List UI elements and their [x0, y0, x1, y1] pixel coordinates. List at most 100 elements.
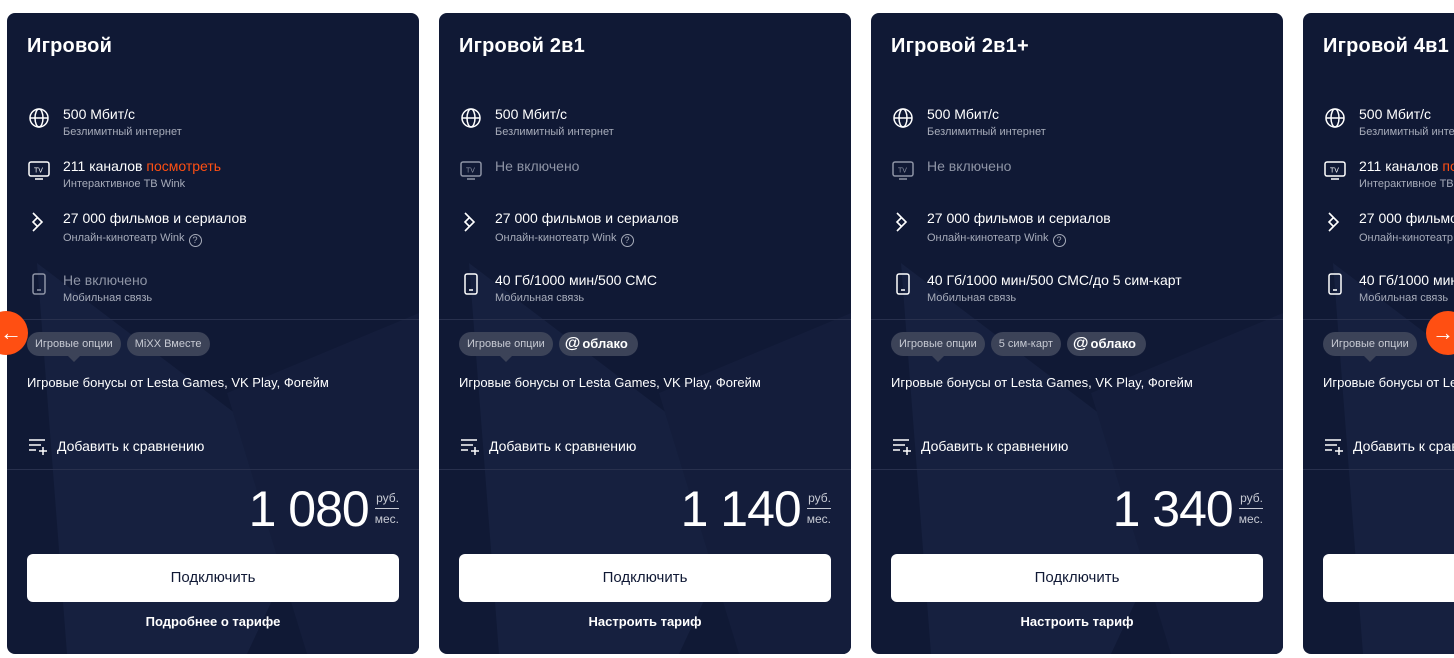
tag-cloud[interactable]: @ облако [1066, 332, 1146, 356]
feature-cinema: 27 000 фильмов и сериалов Онлайн-кинотеа… [27, 210, 407, 250]
divider [439, 319, 851, 320]
add-to-compare[interactable]: Добавить к сравнению [459, 436, 636, 456]
card-title: Игровой [27, 35, 113, 57]
feature-cinema: 27 000 фильмов и сериалов Онлайн-кинотеа… [459, 210, 839, 250]
tag-gaming-options[interactable]: Игровые опции [891, 332, 985, 362]
feature-title: 27 000 фильмов и сериалов [927, 210, 1111, 226]
tag-gaming-options[interactable]: Игровые опции [27, 332, 121, 362]
svg-text:TV: TV [466, 168, 475, 175]
view-channels-link[interactable]: посмотреть [146, 158, 221, 174]
arrow-left-icon: ← [0, 320, 22, 345]
configure-tariff-link[interactable]: Настроить тариф [871, 614, 1283, 629]
tag-5-sim[interactable]: 5 сим-карт [990, 332, 1061, 356]
feature-subtitle: Мобильная связь [63, 292, 153, 304]
tag-mixx[interactable]: MiXX Вместе [126, 332, 210, 356]
compare-list-icon [1323, 436, 1345, 456]
connect-button[interactable]: Подключить [459, 554, 831, 602]
divider [439, 469, 851, 470]
feature-title: 27 000 фильмов и сериалов [495, 210, 679, 226]
feature-title: 500 Мбит/с [927, 106, 1000, 122]
phone-icon [891, 272, 915, 296]
tariff-card-gaming-2in1-plus: Игровой 2в1+ 500 Мбит/с Безлимитный инте… [871, 13, 1283, 654]
connect-button[interactable]: Подключить [27, 554, 399, 602]
feature-subtitle: Интерактивное ТВ Wink [1359, 178, 1454, 190]
option-tags: Игровые опции @ облако [459, 332, 644, 362]
help-icon[interactable]: ? [1052, 234, 1066, 247]
view-channels-link[interactable]: посмотреть [1442, 158, 1454, 174]
wink-icon [1323, 210, 1347, 234]
phone-icon [1323, 272, 1347, 296]
feature-title: 40 Гб/1000 мин/500 СМС [495, 272, 658, 288]
bonus-text: Игровые бонусы от Lesta Games, VK Play, … [459, 375, 761, 390]
feature-title: 40 Гб/1000 мин/500 СМС [1359, 272, 1454, 288]
feature-subtitle: Мобильная связь [927, 292, 1017, 304]
help-icon[interactable]: ? [188, 234, 202, 247]
price-unit: руб. мес. [1238, 491, 1263, 526]
compare-label: Добавить к сравнению [921, 438, 1069, 454]
globe-icon [891, 106, 915, 130]
tv-icon: TV [27, 158, 51, 182]
card-title: Игровой 4в1 [1323, 35, 1449, 57]
price: 1 340 руб. мес. [1113, 483, 1263, 535]
wink-icon [27, 210, 51, 234]
feature-mobile: 40 Гб/1000 мин/500 СМС Мобильная связь [459, 272, 839, 312]
divider [871, 469, 1283, 470]
price-amount: 1 340 [1112, 481, 1234, 537]
price-unit: руб. мес. [806, 491, 831, 526]
tag-cloud[interactable]: @ облако [558, 332, 638, 356]
feature-subtitle: Онлайн-кинотеатр Wink [1359, 232, 1454, 244]
price-amount: 1 080 [248, 481, 370, 537]
compare-label: Добавить к сравнению [489, 438, 637, 454]
price: 1 140 руб. мес. [681, 483, 831, 535]
feature-subtitle: Безлимитный интернет [927, 126, 1046, 138]
feature-title: 27 000 фильмов и сериалов [63, 210, 247, 226]
bonus-text: Игровые бонусы от Lesta Games, VK Play, … [891, 375, 1193, 390]
option-tags: Игровые опции [1323, 332, 1423, 362]
feature-subtitle: Мобильная связь [495, 292, 585, 304]
tag-gaming-options[interactable]: Игровые опции [1323, 332, 1417, 362]
feature-subtitle: Онлайн-кинотеатр Wink? [63, 232, 202, 247]
configure-tariff-link[interactable]: Настроить тариф [439, 614, 851, 629]
tv-icon: TV [459, 158, 483, 182]
svg-text:TV: TV [34, 168, 43, 175]
feature-tv: TV 211 каналов посмотреть Интерактивное … [27, 158, 407, 198]
globe-icon [1323, 106, 1347, 130]
cloud-at-icon: @ [564, 335, 581, 352]
compare-list-icon [891, 436, 913, 456]
feature-title: 211 каналов посмотреть [63, 158, 221, 174]
help-icon[interactable]: ? [620, 234, 634, 247]
divider [1303, 469, 1454, 470]
option-tags: Игровые опции 5 сим-карт @ облако [891, 332, 1152, 362]
feature-tv: TV 211 каналов посмотреть Интерактивное … [1323, 158, 1454, 198]
add-to-compare[interactable]: Добавить к сравнению [27, 436, 204, 456]
option-tags: Игровые опции MiXX Вместе [27, 332, 216, 362]
feature-mobile: 40 Гб/1000 мин/500 СМС Мобильная связь [1323, 272, 1454, 312]
feature-subtitle: Онлайн-кинотеатр Wink? [495, 232, 634, 247]
divider [871, 319, 1283, 320]
add-to-compare[interactable]: Добавить к сравнению [1323, 436, 1454, 456]
connect-button[interactable]: Подключить [1323, 554, 1454, 602]
feature-title: 500 Мбит/с [1359, 106, 1432, 122]
globe-icon [459, 106, 483, 130]
feature-subtitle: Интерактивное ТВ Wink [63, 178, 186, 190]
feature-title: Не включено [495, 158, 580, 174]
feature-title: 27 000 фильмов и сериалов [1359, 210, 1454, 226]
add-to-compare[interactable]: Добавить к сравнению [891, 436, 1068, 456]
price-amount: 1 140 [680, 481, 802, 537]
connect-button[interactable]: Подключить [891, 554, 1263, 602]
bonus-text: Игровые бонусы от Lesta Games, VK Play, … [27, 375, 329, 390]
feature-internet: 500 Мбит/с Безлимитный интернет [459, 106, 839, 146]
feature-cinema: 27 000 фильмов и сериалов Онлайн-кинотеа… [891, 210, 1271, 250]
feature-tv: TV Не включено [459, 158, 839, 198]
wink-icon [891, 210, 915, 234]
feature-internet: 500 Мбит/с Безлимитный интернет [1323, 106, 1454, 146]
cloud-at-icon: @ [1072, 335, 1089, 352]
tariff-details-link[interactable]: Подробнее о тарифе [7, 614, 419, 629]
phone-icon [459, 272, 483, 296]
divider [7, 319, 419, 320]
feature-title: Не включено [63, 272, 148, 288]
feature-title: Не включено [927, 158, 1012, 174]
feature-internet: 500 Мбит/с Безлимитный интернет [891, 106, 1271, 146]
feature-mobile: Не включено Мобильная связь [27, 272, 407, 312]
tag-gaming-options[interactable]: Игровые опции [459, 332, 553, 362]
